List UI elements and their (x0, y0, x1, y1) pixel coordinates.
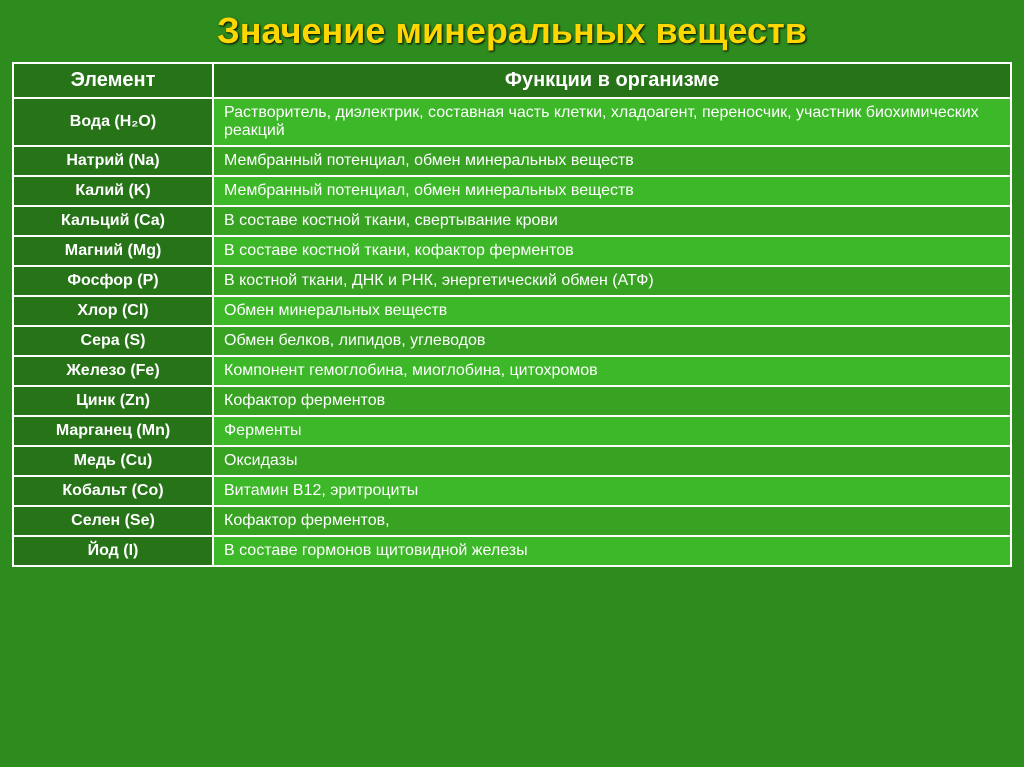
table-row: Калий (K)Мембранный потенциал, обмен мин… (13, 176, 1011, 206)
element-cell: Йод (I) (13, 536, 213, 566)
element-cell: Сера (S) (13, 326, 213, 356)
function-cell: В костной ткани, ДНК и РНК, энергетическ… (213, 266, 1011, 296)
function-cell: В составе костной ткани, свертывание кро… (213, 206, 1011, 236)
function-cell: Оксидазы (213, 446, 1011, 476)
col-header-function: Функции в организме (213, 63, 1011, 98)
table-row: Вода (H₂O)Растворитель, диэлектрик, сост… (13, 98, 1011, 146)
element-cell: Марганец (Mn) (13, 416, 213, 446)
function-cell: Ферменты (213, 416, 1011, 446)
element-cell: Магний (Mg) (13, 236, 213, 266)
function-cell: Мембранный потенциал, обмен минеральных … (213, 146, 1011, 176)
table-row: Сера (S)Обмен белков, липидов, углеводов (13, 326, 1011, 356)
element-cell: Хлор (Cl) (13, 296, 213, 326)
function-cell: Кофактор ферментов, (213, 506, 1011, 536)
function-cell: Витамин В12, эритроциты (213, 476, 1011, 506)
function-cell: В составе костной ткани, кофактор фермен… (213, 236, 1011, 266)
table-row: Марганец (Mn)Ферменты (13, 416, 1011, 446)
table-row: Фосфор (P)В костной ткани, ДНК и РНК, эн… (13, 266, 1011, 296)
element-cell: Вода (H₂O) (13, 98, 213, 146)
function-cell: В составе гормонов щитовидной железы (213, 536, 1011, 566)
element-cell: Кобальт (Co) (13, 476, 213, 506)
function-cell: Обмен минеральных веществ (213, 296, 1011, 326)
table-row: Цинк (Zn)Кофактор ферментов (13, 386, 1011, 416)
element-cell: Железо (Fe) (13, 356, 213, 386)
element-cell: Селен (Se) (13, 506, 213, 536)
table-row: Селен (Se)Кофактор ферментов, (13, 506, 1011, 536)
table-row: Йод (I)В составе гормонов щитовидной жел… (13, 536, 1011, 566)
table-row: Натрий (Na)Мембранный потенциал, обмен м… (13, 146, 1011, 176)
element-cell: Медь (Cu) (13, 446, 213, 476)
table-row: Кобальт (Co)Витамин В12, эритроциты (13, 476, 1011, 506)
function-cell: Мембранный потенциал, обмен минеральных … (213, 176, 1011, 206)
element-cell: Цинк (Zn) (13, 386, 213, 416)
element-cell: Фосфор (P) (13, 266, 213, 296)
table-row: Хлор (Cl)Обмен минеральных веществ (13, 296, 1011, 326)
table-row: Железо (Fe)Компонент гемоглобина, миогло… (13, 356, 1011, 386)
function-cell: Компонент гемоглобина, миоглобина, цитох… (213, 356, 1011, 386)
table-row: Кальций (Ca)В составе костной ткани, све… (13, 206, 1011, 236)
function-cell: Растворитель, диэлектрик, составная част… (213, 98, 1011, 146)
table-row: Медь (Cu)Оксидазы (13, 446, 1011, 476)
page-wrapper: Значение минеральных веществ Элемент Фун… (0, 0, 1024, 767)
element-cell: Калий (K) (13, 176, 213, 206)
table-row: Магний (Mg)В составе костной ткани, кофа… (13, 236, 1011, 266)
minerals-table: Элемент Функции в организме Вода (H₂O)Ра… (12, 62, 1012, 567)
function-cell: Обмен белков, липидов, углеводов (213, 326, 1011, 356)
element-cell: Кальций (Ca) (13, 206, 213, 236)
page-title: Значение минеральных веществ (217, 10, 807, 52)
element-cell: Натрий (Na) (13, 146, 213, 176)
table-header-row: Элемент Функции в организме (13, 63, 1011, 98)
function-cell: Кофактор ферментов (213, 386, 1011, 416)
col-header-element: Элемент (13, 63, 213, 98)
